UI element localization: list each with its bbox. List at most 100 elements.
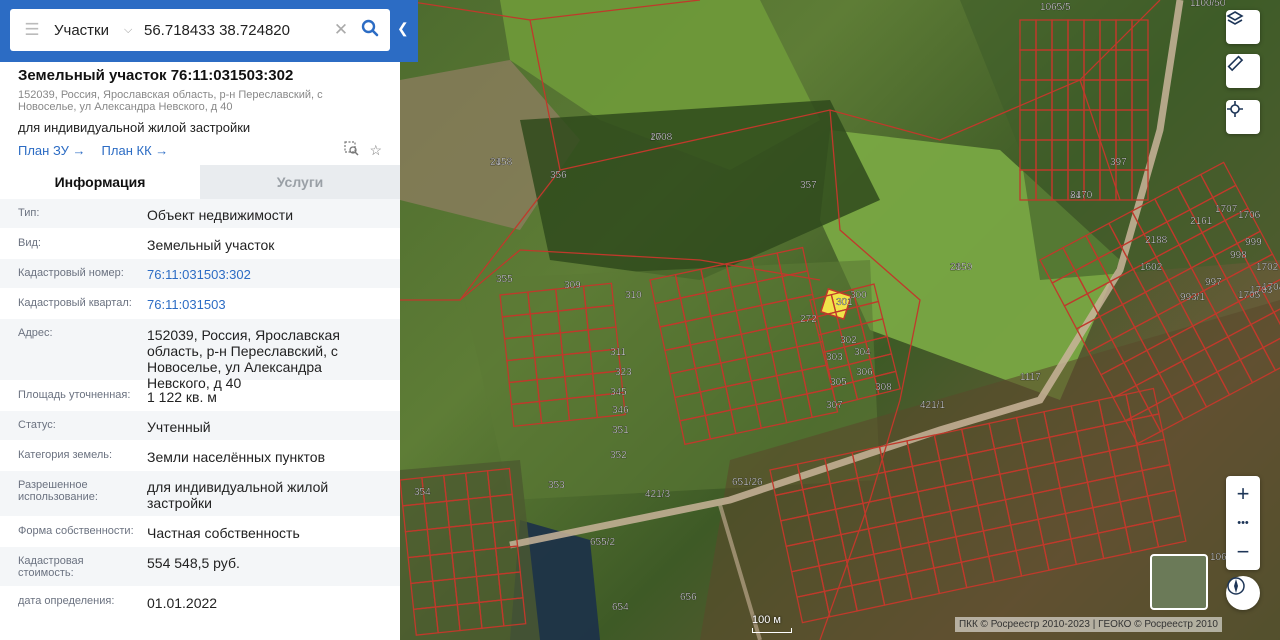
attribute-label: Тип:: [18, 207, 40, 219]
attribute-label: Разрешенное использование:: [18, 479, 98, 503]
search-input[interactable]: [144, 10, 330, 50]
measure-button[interactable]: [1226, 54, 1260, 88]
zoom-to-object-icon[interactable]: [344, 141, 359, 159]
attribute-row: Разрешенное использование: для индивидуал…: [0, 471, 400, 517]
parcel-label: 654: [612, 602, 629, 613]
tab-services[interactable]: Услуги: [200, 165, 400, 199]
clear-icon[interactable]: ✕: [330, 20, 352, 40]
layers-button[interactable]: [1226, 10, 1260, 44]
attribute-value: Частная собственность: [147, 525, 300, 541]
attribute-value: Объект недвижимости: [147, 207, 294, 223]
attribute-row: Кадастровый квартал: 76:11:031503: [0, 289, 400, 319]
parcel-label: 1706: [1238, 210, 1261, 221]
map-view[interactable]: 20 24 28 84 272 300 301 302 303 304 305 306 307 308 30…: [400, 0, 1280, 640]
layer-select[interactable]: Участки: [54, 22, 124, 39]
parcel-label: 304: [854, 347, 871, 358]
parcel-label: 2188: [1145, 235, 1168, 246]
compass-button[interactable]: [1226, 576, 1260, 610]
parcel-label: 1707: [1215, 204, 1238, 215]
search-bar: ☰ Участки ⌵ ✕ ❮: [0, 0, 418, 62]
minimap[interactable]: [1150, 554, 1208, 610]
parcel-label: 1704: [1262, 282, 1280, 293]
copyright-text: ПКК © Росреестр 2010-2023 | ГЕОКО © Роср…: [954, 617, 1222, 632]
parcel-label: 311: [610, 347, 626, 358]
info-panel: Земельный участок 76:11:031503:302 15203…: [0, 62, 400, 640]
attribute-label: Площадь уточненная:: [18, 389, 131, 401]
attribute-value: 152039, Россия, Ярославская область, р-н…: [147, 327, 340, 391]
parcel-label: 1705: [1238, 290, 1261, 301]
parcel-label: 356: [550, 170, 567, 181]
parcel-label: 323: [615, 367, 632, 378]
parcel-label: 2161: [1190, 216, 1213, 227]
parcel-label: 301: [836, 297, 853, 308]
parcel-label: 307: [826, 400, 843, 411]
plan-links: План ЗУ → План КК → ☆: [0, 135, 400, 159]
attribute-label: дата определения:: [18, 595, 115, 607]
parcel-label: 308: [875, 382, 892, 393]
attribute-value: Земли населённых пунктов: [147, 449, 326, 465]
zoom-in-button[interactable]: +: [1226, 480, 1260, 508]
chevron-down-icon[interactable]: ⌵: [124, 24, 144, 37]
parcel-title: Земельный участок 76:11:031503:302: [18, 67, 294, 84]
parcel-label: 1117: [1020, 372, 1041, 383]
app-window: 20 24 28 84 272 300 301 302 303 304 305 306 307 308 30…: [0, 0, 1280, 640]
parcel-label: 1702: [1256, 262, 1279, 273]
parcel-address-short: 152039, Россия, Ярославская область, р-н…: [18, 89, 323, 113]
parcel-label: 1708: [650, 132, 673, 143]
parcel-label: 355: [496, 274, 513, 285]
attribute-label: Форма собственности:: [18, 525, 134, 537]
parcel-label: 421/3: [645, 489, 670, 500]
attribute-row: Кадастровый номер: 76:11:031503:302: [0, 259, 400, 289]
attribute-value: 1 122 кв. м: [147, 389, 217, 405]
attribute-row: Форма собственности: Частная собственност…: [0, 517, 400, 547]
favorite-star-icon[interactable]: ☆: [369, 142, 382, 159]
attribute-value-link[interactable]: 76:11:031503: [147, 297, 400, 313]
parcel-label: 656: [680, 592, 697, 603]
attribute-value-link[interactable]: 76:11:031503:302: [147, 267, 400, 283]
scale-bar: [752, 628, 792, 633]
parcel-label: 655/2: [590, 537, 615, 548]
attribute-label: Вид:: [18, 237, 41, 249]
zoom-controls: + ••• −: [1226, 476, 1260, 570]
parcel-label: 997: [1205, 277, 1222, 288]
parcel-label: 309: [564, 280, 581, 291]
more-button[interactable]: •••: [1226, 509, 1260, 537]
attribute-label: Кадастровая стоимость:: [18, 555, 84, 579]
search-icon: [361, 19, 379, 42]
attribute-row: Вид: Земельный участок: [0, 229, 400, 259]
parcel-label: 272: [800, 314, 817, 325]
parcel-label: 397: [1110, 157, 1127, 168]
attribute-row: Кадастровая стоимость: 554 548,5 руб.: [0, 547, 400, 587]
plan-zu-link[interactable]: План ЗУ →: [18, 143, 86, 158]
plan-kk-link[interactable]: План КК →: [102, 143, 169, 158]
parcel-label: 305: [830, 377, 847, 388]
zoom-out-button[interactable]: −: [1226, 538, 1260, 566]
locate-button[interactable]: [1226, 100, 1260, 134]
collapse-panel-icon[interactable]: ❮: [397, 20, 409, 37]
tab-information[interactable]: Информация: [0, 165, 200, 199]
parcel-label: 421/1: [920, 400, 945, 411]
attribute-value: 554 548,5 руб.: [147, 555, 240, 571]
attribute-value: Земельный участок: [147, 237, 275, 253]
attribute-label: Адрес:: [18, 327, 53, 339]
parcel-label: 310: [625, 290, 642, 301]
parcel-label: 303: [826, 352, 843, 363]
attribute-label: Статус:: [18, 419, 56, 431]
search-button[interactable]: [352, 19, 388, 42]
scale-label: 100 м: [752, 614, 781, 626]
attribute-row: Статус: Учтенный: [0, 411, 400, 441]
arrow-right-icon: →: [72, 142, 86, 158]
attribute-row: Адрес: 152039, Россия, Ярославская област…: [0, 319, 400, 391]
arrow-right-icon: →: [155, 142, 169, 158]
parcel-label: 354: [414, 487, 431, 498]
attribute-row: дата определения: 01.01.2022: [0, 587, 400, 617]
parcel-label: 357: [800, 180, 817, 191]
parcel-label: 1602: [1140, 262, 1163, 273]
attribute-row: Категория земель: Земли населённых пункто…: [0, 441, 400, 471]
parcel-label: 302: [840, 335, 857, 346]
menu-icon[interactable]: ☰: [10, 9, 54, 51]
attribute-row: Тип: Объект недвижимости: [0, 199, 400, 229]
attribute-label: Кадастровый квартал:: [18, 297, 132, 309]
map-canvas[interactable]: 20242884272300301302303 30430530630730830…: [400, 0, 1280, 640]
attribute-value: 01.01.2022: [147, 595, 218, 611]
